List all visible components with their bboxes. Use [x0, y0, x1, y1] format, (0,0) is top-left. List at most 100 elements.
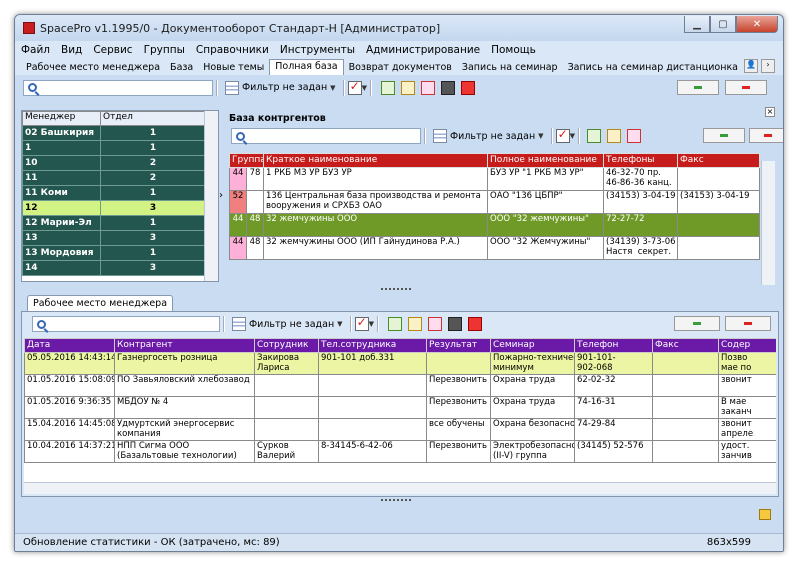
col-full-name[interactable]: Полное наименование	[487, 153, 604, 168]
tab-manager-workplace[interactable]: Рабочее место менеджера	[21, 61, 165, 75]
tab-document-return[interactable]: Возврат документов	[344, 61, 457, 75]
tab-seminar-signup[interactable]: Запись на семинар	[457, 61, 563, 75]
cell: 74-29-84	[574, 418, 653, 441]
table-row[interactable]: 11	[22, 140, 206, 156]
edit-icon[interactable]	[400, 80, 415, 95]
cell: (34145) 52-576	[574, 440, 653, 463]
menu-help[interactable]: Помощь	[491, 44, 536, 56]
check-icon[interactable]	[347, 79, 362, 95]
horizontal-splitter[interactable]	[381, 288, 411, 290]
green-indicator-button[interactable]	[677, 80, 719, 95]
edit-icon[interactable]	[407, 317, 422, 331]
maximize-button[interactable]: ▢	[710, 16, 736, 33]
check-icon[interactable]	[555, 127, 570, 143]
col-phone[interactable]: Телефон	[574, 338, 653, 353]
menu-references[interactable]: Справочники	[196, 44, 269, 56]
tab-scroll-icon[interactable]: ›	[761, 59, 775, 73]
col-date[interactable]: Дата	[24, 338, 115, 353]
table-row[interactable]: 01.05.2016 9:36:35 МБДОУ № 4 Перезвонить Ох…	[24, 396, 776, 419]
cell: 15.04.2016 14:45:08	[24, 418, 115, 441]
export-icon[interactable]	[467, 317, 482, 331]
notification-icon[interactable]	[759, 509, 771, 520]
search-input[interactable]	[23, 79, 213, 96]
bottom-splitter[interactable]	[381, 499, 411, 501]
check-icon[interactable]	[354, 315, 369, 331]
menu-groups[interactable]: Группы	[144, 44, 185, 56]
table-row[interactable]: 13 Мордовия 1	[22, 245, 206, 261]
table-row[interactable]: 15.04.2016 14:45:08 Удмуртский энергосерв…	[24, 418, 776, 441]
workplace-filter-dropdown[interactable]: Фильтр не задан ▼	[228, 316, 347, 332]
col-seminar[interactable]: Семинар	[490, 338, 575, 353]
menu-file[interactable]: Файл	[21, 44, 50, 56]
delete-icon[interactable]	[427, 317, 442, 331]
menu-tools[interactable]: Инструменты	[280, 44, 355, 56]
user-icon[interactable]: 👤	[744, 59, 758, 73]
contractors-search-input[interactable]	[231, 128, 421, 144]
table-row[interactable]: 02 Башкирия 1	[22, 125, 206, 141]
menu-view[interactable]: Вид	[61, 44, 82, 56]
tab-new-topics[interactable]: Новые темы	[198, 61, 269, 75]
table-row[interactable]: 14 3	[22, 260, 206, 276]
contractors-filter-dropdown[interactable]: Фильтр не задан ▼	[429, 128, 548, 144]
edit-icon[interactable]	[606, 129, 621, 143]
close-panel-icon[interactable]: ×	[765, 107, 775, 117]
cell	[318, 418, 427, 441]
col-fax[interactable]: Факс	[677, 153, 760, 168]
red-indicator-button[interactable]	[725, 80, 767, 95]
table-row[interactable]: 13 3	[22, 230, 206, 246]
col-department[interactable]: Отдел	[100, 111, 206, 126]
col-group[interactable]: Группа	[229, 153, 264, 168]
col-result[interactable]: Результат	[426, 338, 491, 353]
table-row[interactable]: 12 Марии-Эл 1	[22, 215, 206, 231]
managers-scrollbar[interactable]	[204, 111, 218, 281]
red-indicator-button[interactable]	[725, 316, 771, 331]
col-content[interactable]: Содер	[718, 338, 776, 353]
close-button[interactable]: ✕	[736, 16, 778, 33]
tab-workplace-bottom[interactable]: Рабочее место менеджера	[27, 295, 174, 312]
green-indicator-button[interactable]	[674, 316, 720, 331]
table-row[interactable]: 10.04.2016 14:37:21 НПП Сигма ООО (Базаль…	[24, 440, 776, 463]
table-row[interactable]: 10 2	[22, 155, 206, 171]
tab-base[interactable]: База	[165, 61, 198, 75]
tab-seminar-remote[interactable]: Запись на семинар дистанционка	[563, 61, 743, 75]
green-indicator-button[interactable]	[703, 128, 745, 143]
minimize-button[interactable]: ▁	[684, 16, 710, 33]
col-fax[interactable]: Факс	[652, 338, 719, 353]
export-icon[interactable]	[460, 80, 475, 95]
table-row[interactable]: 11 2	[22, 170, 206, 186]
workplace-search-input[interactable]	[32, 316, 220, 332]
print-icon[interactable]	[440, 80, 455, 95]
contractors-scrollbar[interactable]	[761, 161, 775, 285]
cell	[677, 213, 760, 237]
table-row[interactable]: 01.05.2016 15:08:09 ПО Завьяловский хлебо…	[24, 374, 776, 397]
delete-icon[interactable]	[420, 80, 435, 95]
table-row-selected[interactable]: 12 3	[22, 200, 206, 216]
col-employee[interactable]: Сотрудник	[254, 338, 319, 353]
cell: 3	[100, 230, 206, 246]
filter-dropdown[interactable]: Фильтр не задан ▼	[221, 80, 340, 96]
table-row[interactable]: 44 78 1 РКБ МЗ УР БУЗ УР БУЗ УР "1 РКБ МЗ У…	[229, 167, 760, 191]
table-row[interactable]: 52 136 Центральная база производства и ре…	[229, 190, 760, 214]
col-manager[interactable]: Менеджер	[22, 111, 101, 126]
delete-icon[interactable]	[626, 129, 641, 143]
add-icon[interactable]	[380, 80, 395, 95]
red-indicator-button[interactable]	[749, 128, 783, 143]
title-bar[interactable]: SpacePro v1.1995/0 - Документооборот Ста…	[15, 15, 783, 41]
tab-full-base[interactable]: Полная база	[269, 59, 344, 75]
cell: 78	[246, 167, 264, 191]
add-icon[interactable]	[586, 129, 601, 143]
print-icon[interactable]	[447, 317, 462, 331]
menu-service[interactable]: Сервис	[93, 44, 132, 56]
menu-admin[interactable]: Администрирование	[366, 44, 480, 56]
table-row-selected[interactable]: 44 48 32 жемчужины ООО ООО "32 жемчужины" 72…	[229, 213, 760, 237]
panel-expand-icon[interactable]: ›	[219, 190, 223, 201]
table-row-selected[interactable]: 05.05.2016 14:43:14 Газнергосеть розница З…	[24, 352, 776, 375]
col-contractor[interactable]: Контрагент	[114, 338, 255, 353]
workplace-hscrollbar[interactable]	[24, 482, 776, 494]
add-icon[interactable]	[387, 317, 402, 331]
col-employee-phone[interactable]: Тел.сотрудника	[318, 338, 427, 353]
table-row[interactable]: 11 Коми 1	[22, 185, 206, 201]
col-phones[interactable]: Телефоны	[603, 153, 678, 168]
col-short-name[interactable]: Краткое наименование	[263, 153, 488, 168]
table-row[interactable]: 44 48 32 жемчужины ООО (ИП Гайнудинова Р.А…	[229, 236, 760, 260]
